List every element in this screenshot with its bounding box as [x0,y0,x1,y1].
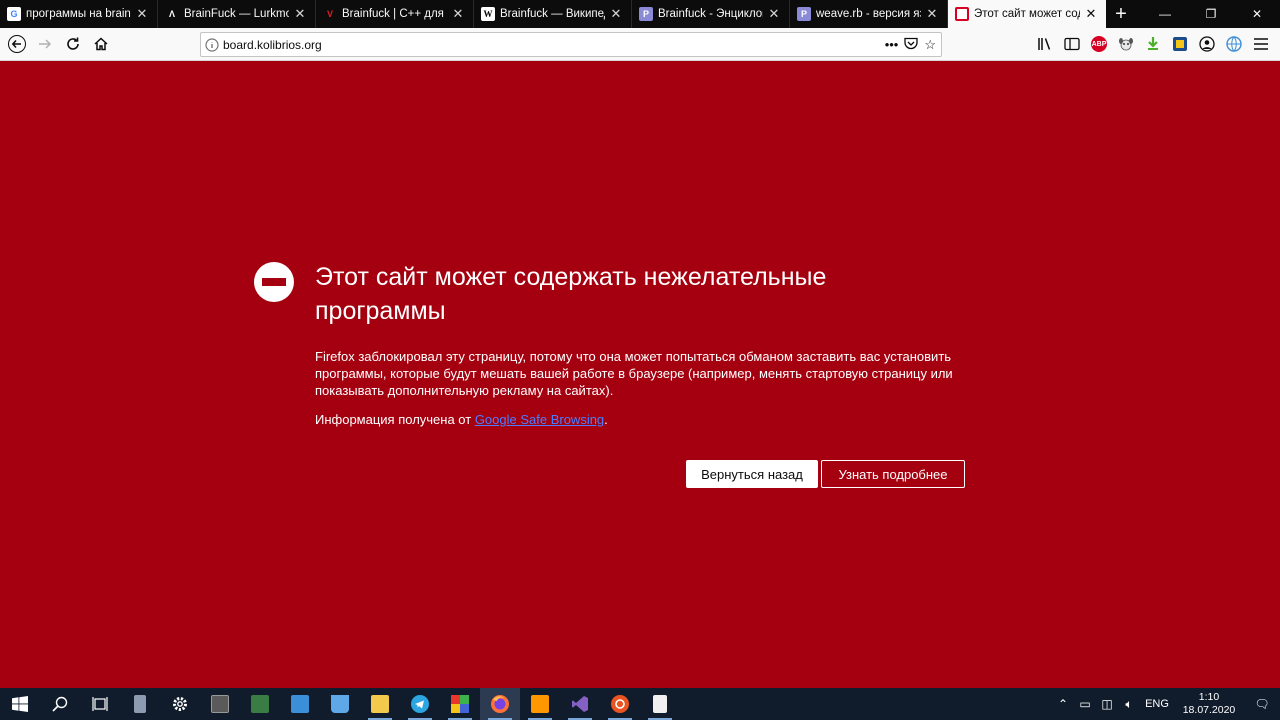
error-description: Firefox заблокировал эту страницу, потом… [315,349,953,398]
pocket-icon[interactable] [904,37,918,53]
tab-label: BrainFuck — Lurkmore [184,8,289,20]
tab-label: Brainfuck | C++ для при [342,8,447,20]
lurkmore-icon: Λ [168,9,175,19]
download-extension-icon[interactable] [1142,33,1164,55]
cpp-icon: V [326,9,333,19]
toolbar-extensions: ABP [1034,31,1272,57]
account-icon[interactable] [1196,33,1218,55]
mail-app-icon[interactable] [280,688,320,720]
tab-label: Этот сайт может содер [974,8,1080,20]
translate-extension-icon[interactable] [1223,33,1245,55]
chevron-up-icon[interactable]: ⌃ [1052,697,1074,711]
yellow-extension-icon[interactable] [1169,33,1191,55]
tab-active-warning[interactable]: Этот сайт может содер ✕ [948,0,1106,28]
address-bar: ••• ☆ [200,32,942,57]
tab-label: Brainfuck — Википедия [500,8,605,20]
ubuntu-icon[interactable] [600,688,640,720]
tab-label: программы на brainfuck [26,8,131,20]
tab-strip: G программы на brainfuck ✕ Λ BrainFuck —… [0,0,1280,28]
search-icon[interactable] [40,688,80,720]
tab-label: Brainfuck - Энциклопед [658,8,763,20]
clock-date: 18.07.2020 [1182,704,1236,716]
learn-more-button[interactable]: Узнать подробнее [821,460,965,488]
colorful-app-icon[interactable] [440,688,480,720]
wikipedia-icon: W [481,7,495,21]
adblock-plus-icon[interactable]: ABP [1088,33,1110,55]
sublime-text-icon[interactable] [520,688,560,720]
visual-studio-icon[interactable] [560,688,600,720]
bookmark-star-icon[interactable]: ☆ [924,37,936,53]
close-tab-icon[interactable]: ✕ [451,6,465,22]
library-icon[interactable] [1034,33,1056,55]
tab-wikipedia[interactable]: W Brainfuck — Википедия ✕ [474,0,632,28]
url-input[interactable] [223,34,885,55]
encyclopedia-icon: P [639,7,653,21]
sidebar-icon[interactable] [1061,33,1083,55]
document-app-icon[interactable] [640,688,680,720]
dark-app-icon[interactable] [200,688,240,720]
volume-icon[interactable]: 🔈︎ [1118,697,1140,712]
google-icon: G [7,7,21,21]
tab-weave[interactable]: P weave.rb - версия язык ✕ [790,0,948,28]
back-icon[interactable] [4,31,30,57]
windows-start-icon[interactable] [0,688,40,720]
task-view-icon[interactable] [80,688,120,720]
close-tab-icon[interactable]: ✕ [767,6,781,22]
tab-lurkmore[interactable]: Λ BrainFuck — Lurkmore ✕ [158,0,316,28]
tab-encyclopedia[interactable]: P Brainfuck - Энциклопед ✕ [632,0,790,28]
close-tab-icon[interactable]: ✕ [135,6,149,22]
remote-desktop-icon[interactable] [320,688,360,720]
network-icon[interactable]: ◫ [1096,697,1118,711]
firefox-icon[interactable] [480,688,520,720]
close-tab-icon[interactable]: ✕ [293,6,307,22]
telegram-icon[interactable] [400,688,440,720]
file-explorer-icon[interactable] [360,688,400,720]
close-tab-icon[interactable]: ✕ [1084,6,1098,22]
safe-browsing-link[interactable]: Google Safe Browsing [475,412,604,427]
tab-label: weave.rb - версия язык [816,8,921,20]
forward-icon[interactable] [32,31,58,57]
info-suffix: . [604,412,608,427]
page-icon: P [797,7,811,21]
site-info-icon[interactable] [201,37,223,52]
abp-label: ABP [1091,36,1107,52]
restore-icon[interactable]: ❐ [1188,0,1234,28]
settings-gear-icon[interactable] [160,688,200,720]
device-app-icon[interactable] [120,688,160,720]
page-actions-icon[interactable]: ••• [885,37,899,52]
error-title: Этот сайт может содержать нежелательные … [315,263,827,325]
clock[interactable]: 1:10 18.07.2020 [1174,691,1244,717]
tab-google-search[interactable]: G программы на brainfuck ✕ [0,0,158,28]
home-icon[interactable] [88,31,114,57]
info-source: Информация получена от Google Safe Brows… [315,412,608,427]
close-tab-icon[interactable]: ✕ [925,6,939,22]
system-tray: ⌃ ▭ ◫ 🔈︎ ENG 1:10 18.07.2020 🗨︎ [1052,688,1280,720]
minimize-icon[interactable]: — [1142,0,1188,28]
reload-icon[interactable] [60,31,86,57]
blocked-page-content: Этот сайт может содержать нежелательные … [0,62,1280,688]
dog-extension-icon[interactable] [1115,33,1137,55]
close-window-icon[interactable]: ✕ [1234,0,1280,28]
tab-cpp[interactable]: V Brainfuck | C++ для при ✕ [316,0,474,28]
go-back-button[interactable]: Вернуться назад [686,460,818,488]
nav-toolbar: ••• ☆ ABP [0,28,1280,61]
language-indicator[interactable]: ENG [1140,698,1174,710]
battery-icon[interactable]: ▭ [1074,697,1096,711]
info-prefix: Информация получена от [315,412,475,427]
green-app-icon[interactable] [240,688,280,720]
close-tab-icon[interactable]: ✕ [609,6,623,22]
taskbar: ⌃ ▭ ◫ 🔈︎ ENG 1:10 18.07.2020 🗨︎ [0,688,1280,720]
window-controls: — ❐ ✕ [1142,0,1280,28]
notifications-icon[interactable]: 🗨︎ [1244,697,1280,711]
new-tab-button[interactable]: + [1106,0,1136,28]
stop-icon [254,262,294,302]
clock-time: 1:10 [1198,691,1220,703]
warning-icon [955,7,969,21]
menu-icon[interactable] [1250,33,1272,55]
